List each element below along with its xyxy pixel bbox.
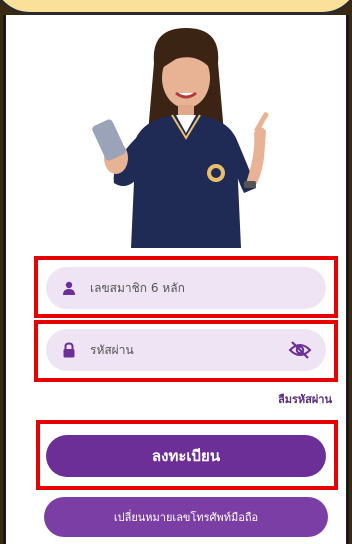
highlight-member-id [34,256,338,318]
top-banner [0,0,352,15]
hero-image [92,28,269,248]
highlight-password [34,320,338,382]
change-phone-button[interactable]: เปลี่ยนหมายเลขโทรศัพท์มือถือ [44,497,328,537]
highlight-register [36,420,338,490]
login-screen: ลืมรหัสผ่าน ลงทะเบียน เปลี่ยนหมายเลขโทรศ… [3,15,349,544]
forgot-password-link[interactable]: ลืมรหัสผ่าน [278,390,332,408]
